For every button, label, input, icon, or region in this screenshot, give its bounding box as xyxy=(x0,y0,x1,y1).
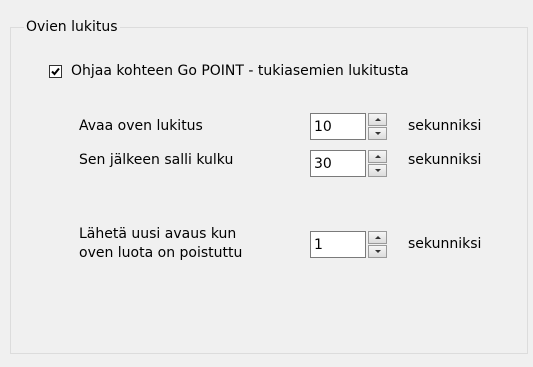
arrow-down-icon xyxy=(375,132,381,135)
resend-unlock-spinner[interactable] xyxy=(310,231,387,258)
resend-unlock-label-line1: Lähetä uusi avaus kun xyxy=(79,226,237,242)
resend-unlock-input[interactable] xyxy=(310,231,366,258)
allow-passage-label: Sen jälkeen salli kulku xyxy=(79,152,234,168)
groupbox-title: Ovien lukitus xyxy=(24,18,120,36)
resend-unlock-label-line2: oven luota on poistuttu xyxy=(79,245,243,261)
spin-up-button[interactable] xyxy=(368,150,387,163)
door-lock-control-checkbox-row[interactable]: Ohjaa kohteen Go POINT - tukiasemien luk… xyxy=(49,63,409,79)
checkmark-icon xyxy=(51,67,60,75)
spin-down-button[interactable] xyxy=(368,127,387,140)
arrow-up-icon xyxy=(375,118,381,121)
allow-passage-spinner[interactable] xyxy=(310,150,387,177)
unit-label: sekunniksi xyxy=(408,118,482,134)
arrow-up-icon xyxy=(375,236,381,239)
spin-down-button[interactable] xyxy=(368,164,387,177)
spin-up-button[interactable] xyxy=(368,113,387,126)
unit-label: sekunniksi xyxy=(408,236,482,252)
arrow-down-icon xyxy=(375,169,381,172)
arrow-down-icon xyxy=(375,250,381,253)
checkbox-checked[interactable] xyxy=(49,64,62,78)
unlock-duration-label: Avaa oven lukitus xyxy=(79,118,203,134)
unit-label: sekunniksi xyxy=(408,152,482,168)
allow-passage-input[interactable] xyxy=(310,150,366,177)
spin-down-button[interactable] xyxy=(368,245,387,258)
arrow-up-icon xyxy=(375,155,381,158)
checkbox-label: Ohjaa kohteen Go POINT - tukiasemien luk… xyxy=(71,63,409,79)
unlock-duration-spinner[interactable] xyxy=(310,113,387,140)
spin-up-button[interactable] xyxy=(368,231,387,244)
unlock-duration-input[interactable] xyxy=(310,113,366,140)
